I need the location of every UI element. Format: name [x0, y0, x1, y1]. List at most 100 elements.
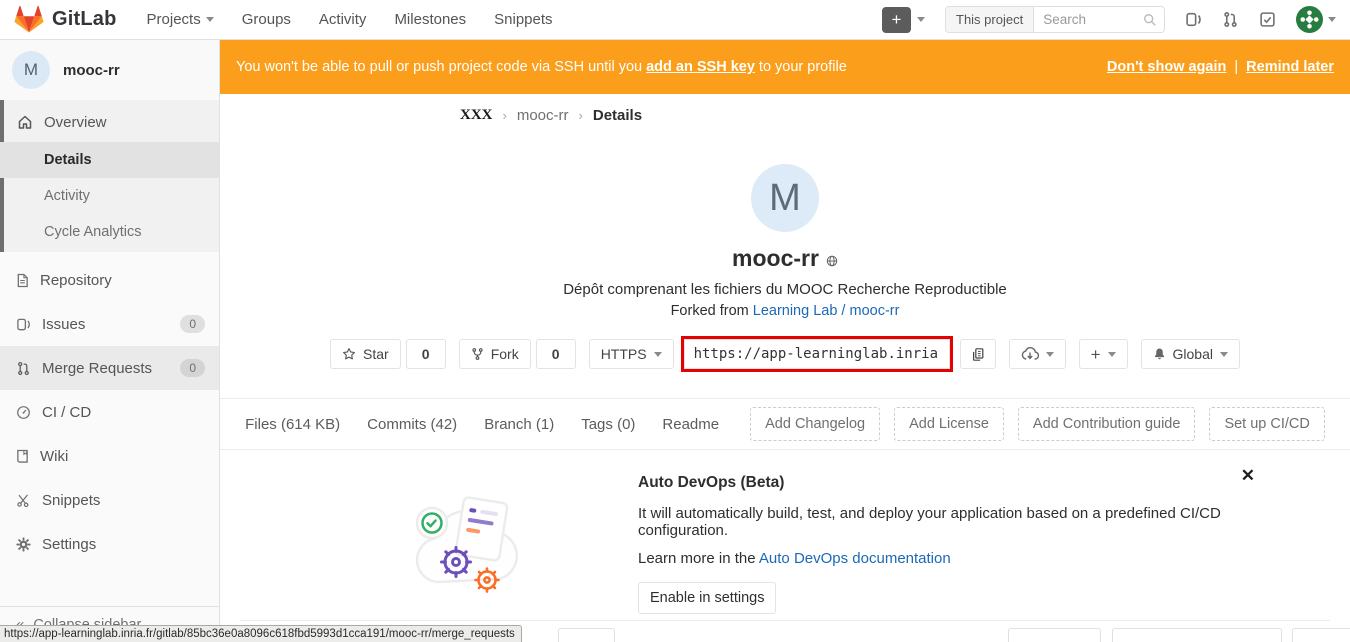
book-icon [16, 449, 29, 464]
partial-button[interactable] [1008, 628, 1101, 642]
gauge-icon [16, 405, 31, 420]
new-menu-button[interactable]: + [882, 7, 911, 33]
sidebar-item-activity[interactable]: Activity [0, 178, 219, 214]
tags-link[interactable]: Tags (0) [581, 416, 635, 433]
sidebar-item-issues[interactable]: Issues 0 [0, 302, 219, 346]
breadcrumb-separator: › [579, 108, 583, 123]
sidebar-item-snippets[interactable]: Snippets [0, 478, 219, 522]
auto-devops-callout: Auto DevOps (Beta) It will automatically… [220, 450, 1350, 614]
commits-link[interactable]: Commits (42) [367, 416, 457, 433]
search-scope-label: This project [946, 7, 1034, 32]
issues-icon[interactable] [1185, 11, 1202, 28]
add-contribution-guide-button[interactable]: Add Contribution guide [1018, 407, 1196, 441]
notification-dropdown[interactable]: Global [1141, 339, 1240, 369]
breadcrumb: XXX › mooc-rr › Details [220, 94, 1350, 136]
add-dropdown[interactable]: + [1079, 339, 1128, 369]
tanuki-icon [14, 5, 44, 34]
sidebar-item-overview[interactable]: Overview [0, 102, 219, 142]
clone-url-input[interactable] [684, 339, 950, 369]
breadcrumb-root[interactable]: XXX [460, 107, 493, 124]
fork-count[interactable]: 0 [536, 339, 576, 369]
nav-activity[interactable]: Activity [319, 11, 367, 28]
download-dropdown[interactable] [1009, 339, 1066, 369]
nav-snippets[interactable]: Snippets [494, 11, 552, 28]
auto-devops-doc-link[interactable]: Auto DevOps documentation [759, 550, 951, 567]
add-ssh-key-link[interactable]: add an SSH key [646, 59, 755, 75]
scissors-icon [16, 493, 31, 508]
dont-show-again-link[interactable]: Don't show again [1107, 59, 1226, 75]
nav-milestones[interactable]: Milestones [394, 11, 466, 28]
ssh-warning-banner: You won't be able to pull or push projec… [220, 40, 1350, 94]
branch-link[interactable]: Branch (1) [484, 416, 554, 433]
readme-link[interactable]: Readme [662, 416, 719, 433]
fork-button[interactable]: Fork [459, 339, 531, 369]
todos-icon[interactable] [1259, 11, 1276, 28]
close-icon[interactable]: ✕ [1241, 467, 1255, 484]
add-changelog-button[interactable]: Add Changelog [750, 407, 880, 441]
browser-status-url: https://app-learninglab.inria.fr/gitlab/… [0, 625, 522, 642]
brand-name: GitLab [52, 8, 117, 31]
fork-icon [471, 347, 484, 361]
enable-in-settings-button[interactable]: Enable in settings [638, 582, 776, 614]
protocol-dropdown[interactable]: HTTPS [589, 339, 674, 369]
chevron-down-icon[interactable] [917, 17, 925, 22]
auto-devops-learn-more: Learn more in the Auto DevOps documentat… [638, 550, 1265, 567]
sidebar-project-name: mooc-rr [63, 62, 120, 79]
partial-button[interactable] [1112, 628, 1282, 642]
sidebar-item-merge-requests[interactable]: Merge Requests 0 [0, 346, 219, 390]
project-description: Dépôt comprenant les fichiers du MOOC Re… [220, 281, 1350, 298]
auto-devops-text: It will automatically build, test, and d… [638, 505, 1265, 539]
star-icon [342, 347, 356, 361]
partial-button[interactable] [1292, 628, 1350, 642]
nav-projects[interactable]: Projects [147, 11, 214, 28]
sidebar-section-overview: Overview Details Activity Cycle Analytic… [0, 100, 219, 252]
breadcrumb-page[interactable]: Details [593, 107, 642, 124]
set-up-ci-cd-button[interactable]: Set up CI/CD [1209, 407, 1324, 441]
chevron-down-icon [206, 17, 214, 22]
bell-icon [1153, 347, 1166, 361]
search-control: This project [945, 6, 1165, 33]
sidebar-item-ci-cd[interactable]: CI / CD [0, 390, 219, 434]
sidebar-item-cycle-analytics[interactable]: Cycle Analytics [0, 214, 219, 250]
breadcrumb-project[interactable]: mooc-rr [517, 107, 569, 124]
sidebar-item-details[interactable]: Details [0, 142, 219, 178]
gitlab-logo[interactable]: GitLab [14, 5, 117, 34]
forked-from-line: Forked from Learning Lab / mooc-rr [220, 303, 1350, 319]
copy-url-button[interactable] [960, 339, 996, 369]
chevron-down-icon [1328, 17, 1336, 22]
star-count[interactable]: 0 [406, 339, 446, 369]
project-sidebar: M mooc-rr Overview Details Activity Cycl… [0, 40, 220, 642]
nav-groups[interactable]: Groups [242, 11, 291, 28]
forked-from-link[interactable]: Learning Lab / mooc-rr [753, 303, 900, 319]
sidebar-item-repository[interactable]: Repository [0, 258, 219, 302]
auto-devops-illustration [400, 470, 535, 614]
merge-requests-count-badge: 0 [180, 359, 205, 377]
clipboard-icon [971, 347, 985, 362]
cloud-download-icon [1021, 347, 1039, 361]
merge-request-icon [16, 361, 31, 376]
divider [240, 620, 1330, 621]
search-icon [1143, 13, 1157, 27]
partial-button[interactable] [558, 628, 615, 642]
plus-icon: + [1091, 346, 1101, 363]
top-navbar: GitLab Projects Groups Activity Mileston… [0, 0, 1350, 40]
auto-devops-title: Auto DevOps (Beta) [638, 474, 1265, 492]
chevron-down-icon [1220, 352, 1228, 357]
add-license-button[interactable]: Add License [894, 407, 1004, 441]
remind-later-link[interactable]: Remind later [1246, 59, 1334, 75]
user-menu[interactable] [1296, 6, 1336, 33]
sidebar-item-wiki[interactable]: Wiki [0, 434, 219, 478]
sidebar-item-settings[interactable]: Settings [0, 522, 219, 566]
chevron-down-icon [654, 352, 662, 357]
page-title: mooc-rr [220, 245, 1350, 272]
sidebar-project-header[interactable]: M mooc-rr [0, 40, 219, 100]
nav-menu: Projects Groups Activity Milestones Snip… [147, 11, 553, 28]
files-link[interactable]: Files (614 KB) [245, 416, 340, 433]
home-icon [16, 114, 33, 130]
star-button[interactable]: Star [330, 339, 401, 369]
chevron-down-icon [1108, 352, 1116, 357]
project-actions-row: Star 0 Fork 0 HTTPS [220, 336, 1350, 372]
main-content: You won't be able to pull or push projec… [220, 40, 1350, 642]
project-avatar-small: M [12, 51, 50, 89]
merge-requests-icon[interactable] [1222, 11, 1239, 28]
